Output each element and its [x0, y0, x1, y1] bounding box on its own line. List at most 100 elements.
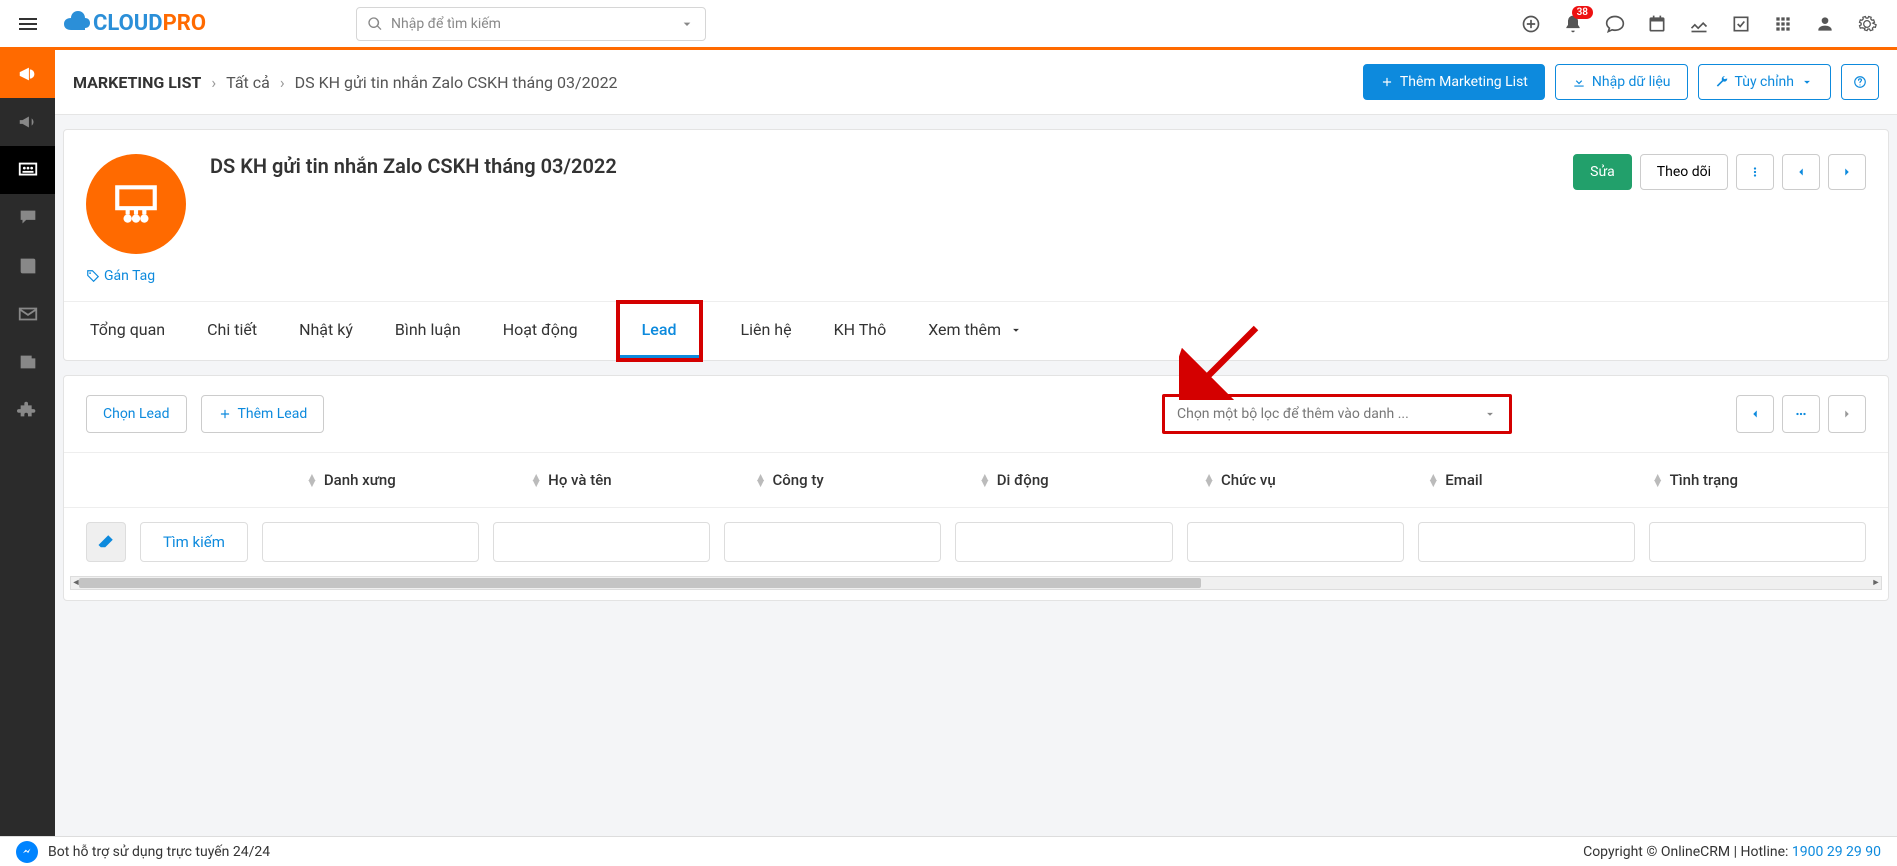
tab-detail[interactable]: Chi tiết — [203, 302, 261, 360]
plus-icon — [218, 407, 232, 421]
megaphone-icon — [17, 63, 39, 85]
list-more-button[interactable] — [1782, 395, 1820, 433]
customize-button[interactable]: Tùy chỉnh — [1698, 64, 1831, 100]
sidebar-item-plugins[interactable] — [0, 386, 55, 434]
tab-overview[interactable]: Tổng quan — [86, 302, 169, 360]
edit-button[interactable]: Sửa — [1573, 154, 1632, 190]
breadcrumb: MARKETING LIST › Tất cả › DS KH gửi tin … — [73, 73, 618, 92]
chat-icon — [1605, 14, 1625, 34]
prev-record-button[interactable] — [1782, 154, 1820, 190]
chart-icon — [1689, 14, 1709, 34]
tab-activity[interactable]: Hoạt động — [499, 302, 582, 360]
col-title[interactable]: ▲▼Chức vụ — [1193, 463, 1417, 497]
more-actions-button[interactable] — [1736, 154, 1774, 190]
sort-icon: ▲▼ — [1427, 474, 1439, 486]
sidebar-item-mail[interactable] — [0, 290, 55, 338]
news-icon — [17, 351, 39, 373]
choose-lead-button[interactable]: Chọn Lead — [86, 395, 187, 433]
sidebar-item-marketing[interactable] — [0, 50, 55, 98]
tab-more[interactable]: Xem thêm — [924, 302, 1027, 360]
col-status[interactable]: ▲▼Tình trạng — [1642, 463, 1866, 497]
book-icon — [17, 255, 39, 277]
footer: Bot hỗ trợ sử dụng trực tuyến 24/24 Copy… — [0, 836, 1897, 866]
col-fullname[interactable]: ▲▼Họ và tên — [520, 463, 744, 497]
sidebar-item-chat[interactable] — [0, 194, 55, 242]
record-card: DS KH gửi tin nhắn Zalo CSKH tháng 03/20… — [63, 129, 1889, 361]
tasks-button[interactable] — [1731, 14, 1751, 34]
chevron-right-icon — [1840, 165, 1854, 179]
filter-mobile-input[interactable] — [955, 522, 1172, 562]
col-company[interactable]: ▲▼Công ty — [745, 463, 969, 497]
tag-icon — [86, 269, 100, 283]
table-header: ▲▼Danh xưng ▲▼Họ và tên ▲▼Công ty ▲▼Di đ… — [64, 452, 1888, 508]
mail-icon — [17, 303, 39, 325]
filter-title-input[interactable] — [1187, 522, 1404, 562]
global-search[interactable]: Nhập để tìm kiếm — [356, 7, 706, 41]
tab-comment[interactable]: Bình luận — [391, 302, 465, 360]
grid-icon — [1773, 14, 1793, 34]
messenger-icon[interactable] — [16, 841, 38, 863]
tab-lead[interactable]: Lead — [620, 304, 699, 358]
apps-button[interactable] — [1773, 14, 1793, 34]
gear-icon — [1857, 14, 1877, 34]
filter-company-input[interactable] — [724, 522, 941, 562]
tab-log[interactable]: Nhật ký — [295, 302, 357, 360]
sidebar-item-lists[interactable] — [0, 146, 55, 194]
profile-button[interactable] — [1815, 14, 1835, 34]
breadcrumb-root[interactable]: MARKETING LIST — [73, 73, 201, 92]
check-square-icon — [1731, 14, 1751, 34]
tab-raw[interactable]: KH Thô — [830, 302, 891, 360]
clear-filters-button[interactable] — [86, 522, 126, 562]
col-salutation[interactable]: ▲▼Danh xưng — [296, 463, 520, 497]
search-row: Tìm kiếm — [64, 508, 1888, 576]
tab-contact[interactable]: Liên hệ — [737, 302, 796, 360]
sort-icon: ▲▼ — [306, 474, 318, 486]
list-next-button[interactable] — [1828, 395, 1866, 433]
add-button[interactable] — [1521, 14, 1541, 34]
eraser-icon — [97, 533, 115, 551]
add-marketing-list-button[interactable]: Thêm Marketing List — [1363, 64, 1545, 100]
calendar-button[interactable] — [1647, 14, 1667, 34]
copyright-text: Copyright © OnlineCRM — [1583, 844, 1730, 860]
search-button[interactable]: Tìm kiếm — [140, 522, 248, 562]
plus-circle-icon — [1521, 14, 1541, 34]
next-record-button[interactable] — [1828, 154, 1866, 190]
more-horizontal-icon — [1794, 407, 1808, 421]
logo-text-cloud: CLOUD — [93, 11, 163, 36]
breadcrumb-level1[interactable]: Tất cả — [226, 73, 270, 92]
list-prev-button[interactable] — [1736, 395, 1774, 433]
notifications-button[interactable]: 38 — [1563, 14, 1583, 34]
assign-tag-link[interactable]: Gán Tag — [86, 268, 155, 284]
notification-badge: 38 — [1572, 6, 1593, 19]
horizontal-scrollbar[interactable]: ◄ ► — [70, 576, 1882, 590]
sidebar-item-book[interactable] — [0, 242, 55, 290]
sidebar-item-news[interactable] — [0, 338, 55, 386]
search-icon — [367, 16, 383, 32]
hotline-link[interactable]: 1900 29 29 90 — [1792, 844, 1881, 860]
scrollbar-thumb[interactable] — [79, 578, 1201, 588]
analytics-button[interactable] — [1689, 14, 1709, 34]
filter-fullname-input[interactable] — [493, 522, 710, 562]
logo[interactable]: CLOUDPRO — [61, 10, 206, 38]
filter-status-input[interactable] — [1649, 522, 1866, 562]
col-mobile[interactable]: ▲▼Di động — [969, 463, 1193, 497]
col-email[interactable]: ▲▼Email — [1417, 463, 1641, 497]
chat-button[interactable] — [1605, 14, 1625, 34]
help-button[interactable] — [1841, 64, 1879, 100]
people-board-icon — [17, 159, 39, 181]
download-icon — [1572, 75, 1586, 89]
add-lead-button[interactable]: Thêm Lead — [201, 395, 325, 433]
tabs: Tổng quan Chi tiết Nhật ký Bình luận Hoạ… — [64, 301, 1888, 360]
main: MARKETING LIST › Tất cả › DS KH gửi tin … — [55, 50, 1897, 836]
filter-select[interactable]: Chọn một bộ lọc để thêm vào danh ... — [1162, 394, 1512, 434]
filter-email-input[interactable] — [1418, 522, 1635, 562]
sort-icon: ▲▼ — [530, 474, 542, 486]
help-icon — [1853, 75, 1867, 89]
hamburger-menu[interactable] — [0, 0, 55, 49]
chevron-down-icon — [1009, 323, 1023, 337]
sidebar-item-campaigns[interactable] — [0, 98, 55, 146]
settings-button[interactable] — [1857, 14, 1877, 34]
import-button[interactable]: Nhập dữ liệu — [1555, 64, 1688, 100]
follow-button[interactable]: Theo dõi — [1640, 154, 1728, 190]
filter-salutation-input[interactable] — [262, 522, 479, 562]
